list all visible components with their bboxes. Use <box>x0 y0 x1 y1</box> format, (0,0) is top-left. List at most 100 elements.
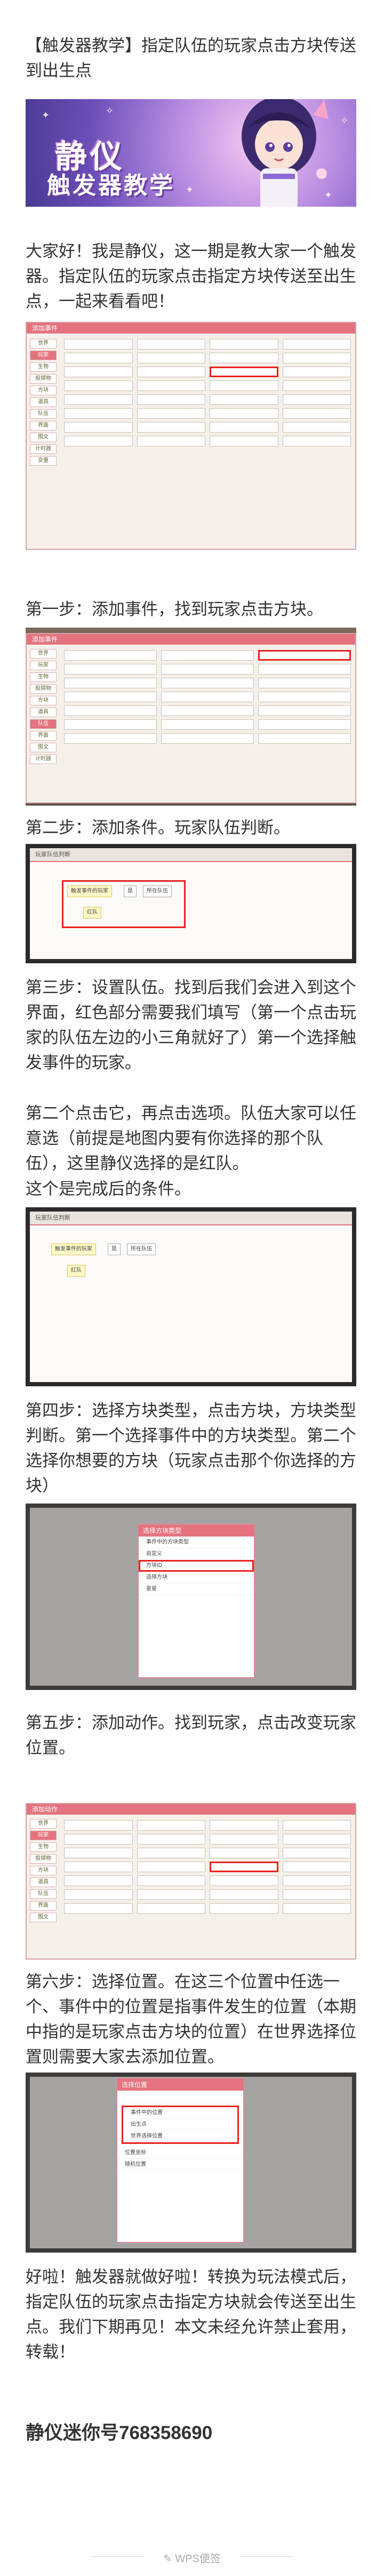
menu-item[interactable]: 世界 <box>30 649 57 659</box>
event-option[interactable] <box>210 339 278 350</box>
condition-option[interactable] <box>161 719 254 730</box>
menu-item[interactable]: 投掷物 <box>30 374 57 384</box>
event-option[interactable] <box>282 394 351 405</box>
event-option[interactable] <box>210 408 278 419</box>
action-option[interactable] <box>137 1820 205 1831</box>
menu-item[interactable]: 玩家 <box>30 661 57 670</box>
popup-row[interactable]: 世界选择位置 <box>123 2131 237 2142</box>
menu-item[interactable]: 方块 <box>30 1866 57 1875</box>
event-option[interactable] <box>137 408 205 419</box>
event-option[interactable] <box>64 380 133 391</box>
action-option[interactable] <box>64 1875 133 1886</box>
action-option[interactable] <box>64 1848 133 1858</box>
menu-item-player[interactable]: 玩家 <box>30 351 57 360</box>
action-option[interactable] <box>64 1834 133 1844</box>
menu-item[interactable]: 世界 <box>30 1819 57 1829</box>
condition-option[interactable] <box>64 719 157 730</box>
action-option[interactable] <box>210 1889 278 1900</box>
popup-row[interactable]: 事件中的方块类型 <box>139 1537 254 1548</box>
action-option[interactable] <box>210 1903 278 1914</box>
event-option[interactable] <box>137 380 205 391</box>
action-option[interactable] <box>282 1834 351 1844</box>
popup-row[interactable]: 位置坐标 <box>117 2147 243 2159</box>
action-option[interactable] <box>137 1834 205 1844</box>
event-option[interactable] <box>210 394 278 405</box>
condition-option[interactable] <box>64 705 157 716</box>
action-option[interactable] <box>210 1848 278 1858</box>
chip-is[interactable]: 是 <box>108 1244 121 1255</box>
action-option[interactable] <box>137 1903 205 1914</box>
event-option[interactable] <box>210 380 278 391</box>
menu-item-team[interactable]: 队伍 <box>30 719 57 729</box>
event-option[interactable] <box>210 353 278 363</box>
event-option[interactable] <box>64 394 133 405</box>
action-option[interactable] <box>137 1889 205 1900</box>
event-option[interactable] <box>137 394 205 405</box>
condition-option[interactable] <box>161 692 254 702</box>
popup-row[interactable]: 选择方块 <box>139 1572 254 1583</box>
menu-item[interactable]: 界面 <box>30 731 57 741</box>
event-option[interactable] <box>137 436 205 446</box>
menu-item[interactable]: 图文 <box>30 1913 57 1922</box>
condition-option[interactable] <box>258 692 351 702</box>
event-option[interactable] <box>64 353 133 363</box>
condition-option[interactable] <box>258 664 351 675</box>
action-option[interactable] <box>137 1862 205 1872</box>
condition-option[interactable] <box>161 664 254 675</box>
event-option[interactable] <box>137 367 205 377</box>
event-option[interactable] <box>210 436 278 446</box>
event-option[interactable] <box>137 353 205 363</box>
popup-row[interactable] <box>117 2091 243 2102</box>
condition-option[interactable] <box>258 719 351 730</box>
condition-option[interactable] <box>258 705 351 716</box>
menu-item[interactable]: 方块 <box>30 696 57 705</box>
menu-item[interactable]: 生物 <box>30 362 57 372</box>
event-option[interactable] <box>282 422 351 433</box>
menu-item[interactable]: 队伍 <box>30 1889 57 1899</box>
chip-red-team[interactable]: 红队 <box>83 907 101 919</box>
event-option[interactable] <box>282 436 351 446</box>
action-option[interactable] <box>282 1903 351 1914</box>
popup-row-highlighted[interactable]: 方块ID <box>139 1560 254 1572</box>
menu-item[interactable]: 道具 <box>30 397 57 407</box>
menu-item[interactable]: 图文 <box>30 433 57 442</box>
chip-is[interactable]: 是 <box>124 885 137 897</box>
action-option[interactable] <box>210 1820 278 1831</box>
action-option[interactable] <box>282 1848 351 1858</box>
event-option[interactable] <box>64 422 133 433</box>
event-option[interactable] <box>64 436 133 446</box>
condition-option[interactable] <box>161 678 254 688</box>
menu-item[interactable]: 变量 <box>30 456 57 466</box>
condition-option[interactable] <box>161 733 254 744</box>
condition-option[interactable] <box>64 664 157 675</box>
condition-option[interactable] <box>161 650 254 661</box>
action-option[interactable] <box>64 1820 133 1831</box>
action-option[interactable] <box>282 1889 351 1900</box>
chip-team[interactable]: 所在队伍 <box>143 885 172 897</box>
menu-item[interactable]: 计时器 <box>30 444 57 454</box>
menu-item-player[interactable]: 玩家 <box>30 1831 57 1840</box>
condition-option[interactable] <box>64 678 157 688</box>
menu-item[interactable]: 队伍 <box>30 409 57 419</box>
action-option-highlighted[interactable] <box>210 1862 278 1872</box>
condition-option[interactable] <box>64 733 157 744</box>
menu-item[interactable]: 道具 <box>30 1878 57 1887</box>
condition-option[interactable] <box>161 705 254 716</box>
action-option[interactable] <box>64 1903 133 1914</box>
action-option[interactable] <box>282 1875 351 1886</box>
chip-event-player[interactable]: 触发事件的玩家 <box>51 1244 96 1255</box>
menu-item[interactable]: 道具 <box>30 708 57 717</box>
action-option[interactable] <box>210 1875 278 1886</box>
popup-row[interactable]: 事件中的位置 <box>123 2107 237 2119</box>
action-option[interactable] <box>137 1848 205 1858</box>
condition-option[interactable] <box>64 692 157 702</box>
action-option[interactable] <box>64 1862 133 1872</box>
event-option[interactable] <box>137 422 205 433</box>
event-option[interactable] <box>282 353 351 363</box>
event-option[interactable] <box>210 422 278 433</box>
event-option[interactable] <box>137 339 205 350</box>
popup-row[interactable]: 星星 <box>139 1583 254 1595</box>
condition-option-highlighted[interactable] <box>258 650 351 661</box>
menu-item[interactable]: 投掷物 <box>30 1854 57 1864</box>
action-option[interactable] <box>137 1875 205 1886</box>
